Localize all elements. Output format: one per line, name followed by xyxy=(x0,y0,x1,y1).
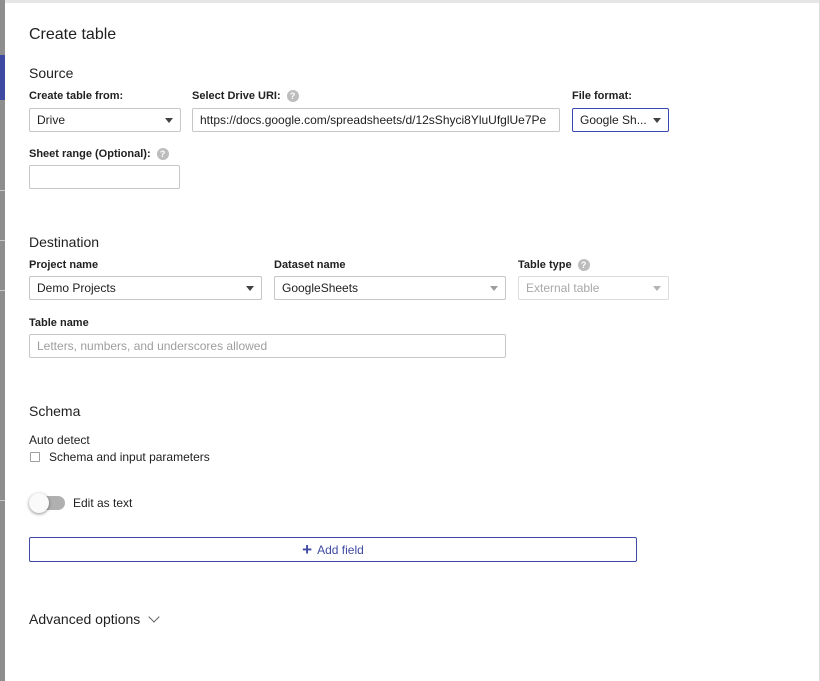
sheet-range-label-text: Sheet range (Optional): xyxy=(29,148,151,160)
project-select[interactable]: Demo Projects xyxy=(29,276,262,300)
file-format-label: File format: xyxy=(572,90,632,102)
sheet-range-field[interactable] xyxy=(37,170,172,184)
drive-uri-label: Select Drive URI: ? xyxy=(192,90,299,102)
caret-down-icon xyxy=(165,117,173,123)
create-from-label-text: Create table from: xyxy=(29,90,124,102)
edit-as-text-toggle[interactable] xyxy=(29,492,69,514)
dataset-name-label: Dataset name xyxy=(274,259,346,271)
file-format-select[interactable]: Google Sh... xyxy=(572,108,669,132)
caret-down-icon xyxy=(653,285,661,291)
caret-down-icon xyxy=(490,285,498,291)
edit-as-text-label: Edit as text xyxy=(73,496,133,510)
background-divider xyxy=(0,500,5,501)
background-divider xyxy=(0,290,5,291)
project-value: Demo Projects xyxy=(37,281,116,295)
add-field-button[interactable]: + Add field xyxy=(29,537,637,562)
advanced-options-toggle[interactable]: Advanced options xyxy=(29,611,160,627)
table-type-value: External table xyxy=(526,281,600,295)
auto-detect-label: Auto detect xyxy=(29,433,90,447)
source-heading: Source xyxy=(29,65,74,81)
caret-down-icon xyxy=(246,285,254,291)
background-nav-highlight xyxy=(0,55,5,100)
help-icon[interactable]: ? xyxy=(286,90,299,102)
auto-detect-checkbox[interactable] xyxy=(30,452,40,462)
background-divider xyxy=(0,190,5,191)
plus-icon: + xyxy=(302,540,313,559)
dialog-title: Create table xyxy=(29,26,117,43)
sheet-range-input[interactable] xyxy=(29,165,180,189)
table-name-input[interactable] xyxy=(29,334,506,358)
project-name-label: Project name xyxy=(29,259,98,271)
create-from-value: Drive xyxy=(37,113,66,127)
destination-heading: Destination xyxy=(29,234,100,250)
chevron-down-icon xyxy=(148,611,160,623)
auto-detect-option[interactable]: Schema and input parameters xyxy=(30,450,210,464)
drive-uri-label-text: Select Drive URI: xyxy=(192,90,281,102)
toggle-thumb xyxy=(29,493,49,513)
table-type-label-text: Table type xyxy=(518,259,572,271)
background-page-strip xyxy=(0,0,5,681)
create-from-label: Create table from: xyxy=(29,90,123,102)
dataset-value: GoogleSheets xyxy=(282,281,359,295)
caret-down-icon xyxy=(653,117,661,123)
table-name-label-text: Table name xyxy=(29,317,89,329)
sheet-range-label: Sheet range (Optional): ? xyxy=(29,148,169,160)
dataset-name-label-text: Dataset name xyxy=(274,259,346,271)
schema-heading: Schema xyxy=(29,403,81,419)
file-format-label-text: File format: xyxy=(572,90,632,102)
help-icon[interactable]: ? xyxy=(577,259,590,271)
help-icon[interactable]: ? xyxy=(156,148,169,160)
table-type-select: External table xyxy=(518,276,669,300)
add-field-label: Add field xyxy=(317,542,364,557)
drive-uri-value: https://docs.google.com/spreadsheets/d/1… xyxy=(200,113,547,127)
file-format-value: Google Sh... xyxy=(580,113,647,127)
table-name-label: Table name xyxy=(29,317,89,329)
advanced-options-label: Advanced options xyxy=(29,611,141,627)
project-name-label-text: Project name xyxy=(29,259,99,271)
table-type-label: Table type ? xyxy=(518,259,590,271)
auto-detect-checkbox-label: Schema and input parameters xyxy=(49,450,210,464)
create-from-select[interactable]: Drive xyxy=(29,108,181,132)
dataset-select[interactable]: GoogleSheets xyxy=(274,276,506,300)
drive-uri-input[interactable]: https://docs.google.com/spreadsheets/d/1… xyxy=(192,108,560,132)
table-name-field[interactable] xyxy=(37,339,498,353)
panel-top-edge xyxy=(5,0,820,3)
background-divider xyxy=(0,240,5,241)
